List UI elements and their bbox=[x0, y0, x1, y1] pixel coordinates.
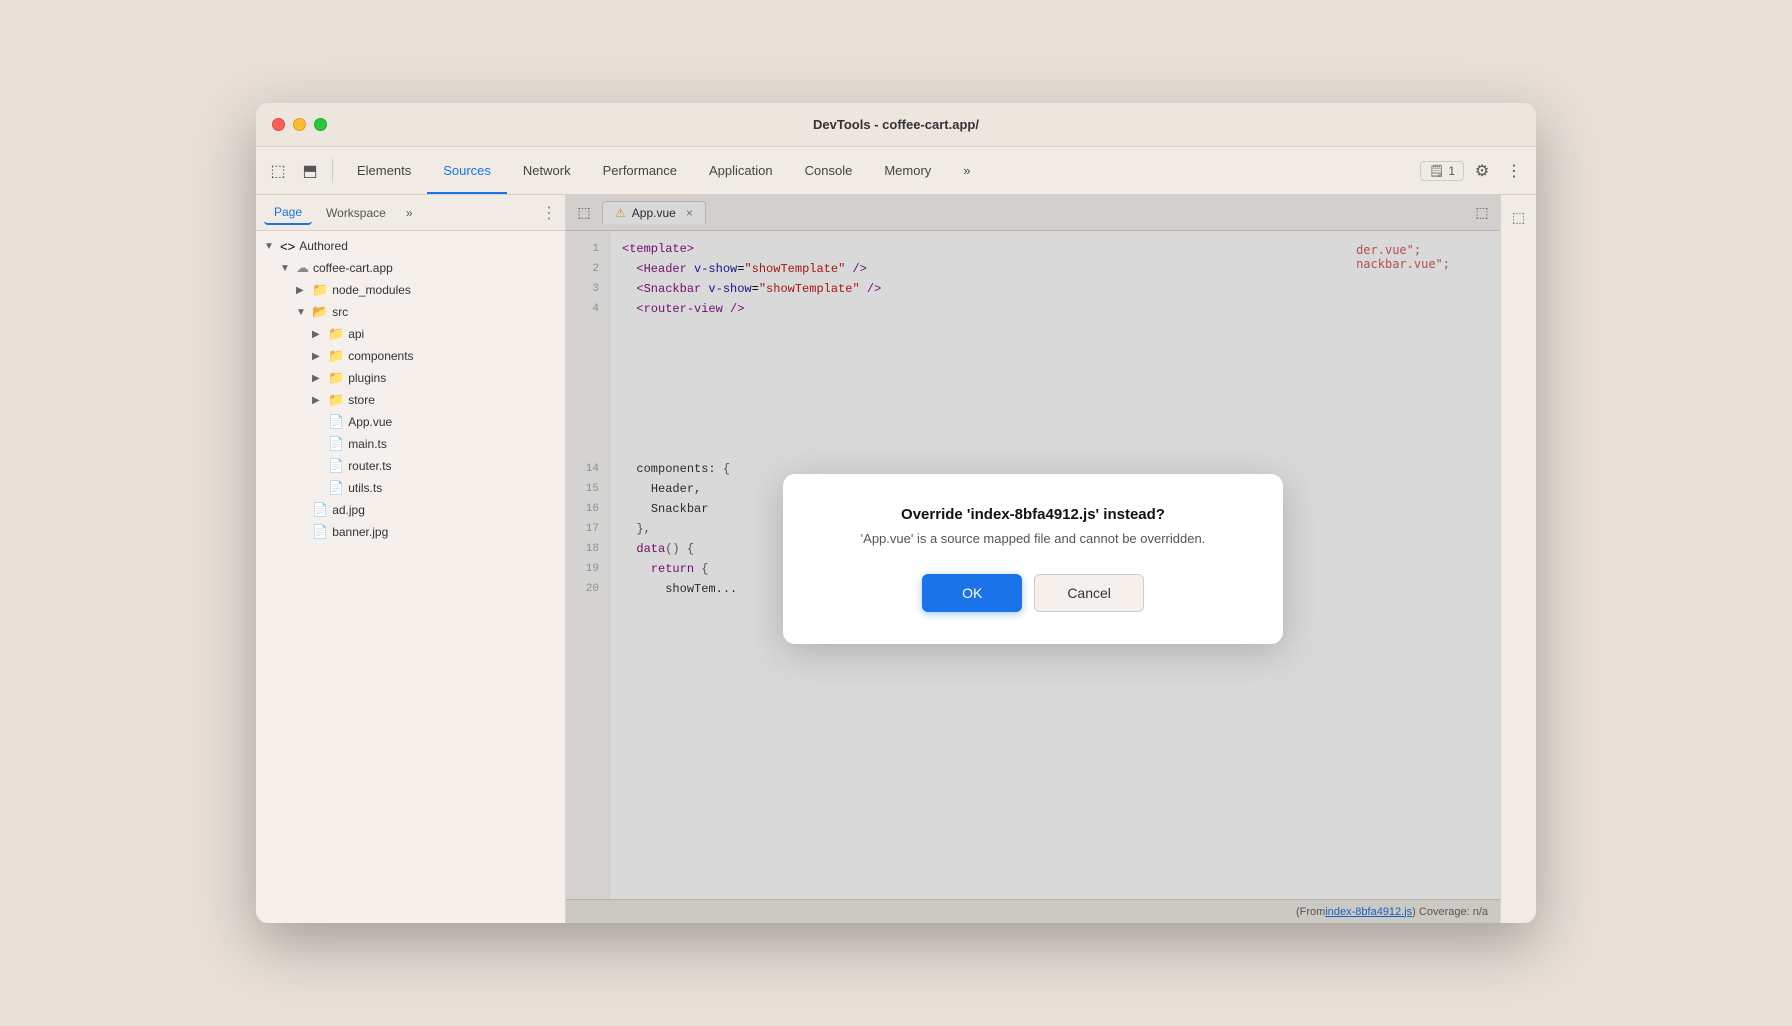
console-icon: 🗒 bbox=[1429, 164, 1444, 178]
src-folder[interactable]: ▼ 📂 src bbox=[256, 301, 565, 323]
console-badge[interactable]: 🗒 1 bbox=[1420, 161, 1464, 181]
ad-jpg-icon: 📄 bbox=[312, 502, 328, 518]
root-label: coffee-cart.app bbox=[313, 261, 393, 275]
right-sidebar-toggle-icon[interactable]: ⬚ bbox=[1505, 203, 1533, 231]
traffic-lights bbox=[272, 118, 327, 131]
store-folder-icon: 📁 bbox=[328, 392, 344, 408]
app-vue-label: App.vue bbox=[348, 415, 392, 429]
sidebar-tab-page[interactable]: Page bbox=[264, 201, 312, 225]
tab-elements[interactable]: Elements bbox=[341, 147, 427, 194]
toolbar-right: 🗒 1 ⚙ ⋮ bbox=[1420, 157, 1528, 185]
authored-section[interactable]: ▼ <> Authored bbox=[256, 235, 565, 257]
main-ts-label: main.ts bbox=[348, 437, 387, 451]
nav-tabs: Elements Sources Network Performance App… bbox=[341, 147, 1416, 194]
plugins-arrow: ▶ bbox=[312, 373, 324, 384]
ad-jpg-file[interactable]: ▶ 📄 ad.jpg bbox=[256, 499, 565, 521]
modal-buttons: OK Cancel bbox=[823, 574, 1243, 612]
main-toolbar: ⬚ ⬒ Elements Sources Network Performance… bbox=[256, 147, 1536, 195]
minimize-button[interactable] bbox=[293, 118, 306, 131]
components-label: components bbox=[348, 349, 413, 363]
components-folder[interactable]: ▶ 📁 components bbox=[256, 345, 565, 367]
editor-area: ⬚ ⚠ App.vue × ⬚ 1 2 3 4 14 15 16 bbox=[566, 195, 1500, 923]
modal-title: Override 'index-8bfa4912.js' instead? bbox=[823, 506, 1243, 523]
plugins-folder[interactable]: ▶ 📁 plugins bbox=[256, 367, 565, 389]
tab-application[interactable]: Application bbox=[693, 147, 789, 194]
root-folder[interactable]: ▼ ☁ coffee-cart.app bbox=[256, 257, 565, 279]
sidebar-content: ▼ <> Authored ▼ ☁ coffee-cart.app ▶ 📁 bbox=[256, 231, 565, 547]
plugins-folder-icon: 📁 bbox=[328, 370, 344, 386]
authored-arrow: ▼ bbox=[264, 241, 276, 252]
src-label: src bbox=[332, 305, 348, 319]
console-count: 1 bbox=[1448, 164, 1455, 178]
sidebar-tab-more[interactable]: » bbox=[400, 204, 419, 222]
authored-label: Authored bbox=[299, 239, 348, 253]
sidebar-tabs: Page Workspace » ⋮ bbox=[256, 195, 565, 231]
router-ts-file[interactable]: ▶ 📄 router.ts bbox=[256, 455, 565, 477]
banner-jpg-label: banner.jpg bbox=[332, 525, 388, 539]
ok-button[interactable]: OK bbox=[922, 574, 1022, 612]
app-vue-icon: 📄 bbox=[328, 414, 344, 430]
node-modules-arrow: ▶ bbox=[296, 285, 308, 296]
components-arrow: ▶ bbox=[312, 351, 324, 362]
router-ts-label: router.ts bbox=[348, 459, 391, 473]
api-folder-icon: 📁 bbox=[328, 326, 344, 342]
modal-body: 'App.vue' is a source mapped file and ca… bbox=[823, 531, 1243, 546]
api-arrow: ▶ bbox=[312, 329, 324, 340]
tab-network[interactable]: Network bbox=[507, 147, 587, 194]
router-ts-icon: 📄 bbox=[328, 458, 344, 474]
title-bar: DevTools - coffee-cart.app/ bbox=[256, 103, 1536, 147]
device-icon[interactable]: ⬒ bbox=[296, 157, 324, 185]
node-modules-folder[interactable]: ▶ 📁 node_modules bbox=[256, 279, 565, 301]
more-icon[interactable]: ⋮ bbox=[1500, 157, 1528, 185]
authored-icon: <> bbox=[280, 239, 295, 254]
cloud-icon: ☁ bbox=[296, 260, 309, 276]
settings-icon[interactable]: ⚙ bbox=[1468, 157, 1496, 185]
toolbar-divider bbox=[332, 159, 333, 183]
utils-ts-file[interactable]: ▶ 📄 utils.ts bbox=[256, 477, 565, 499]
tab-console[interactable]: Console bbox=[789, 147, 869, 194]
right-sidebar: ⬚ bbox=[1500, 195, 1536, 923]
file-sidebar: Page Workspace » ⋮ ▼ <> Authored ▼ bbox=[256, 195, 566, 923]
utils-ts-icon: 📄 bbox=[328, 480, 344, 496]
folder-icon: 📁 bbox=[312, 282, 328, 298]
plugins-label: plugins bbox=[348, 371, 386, 385]
modal-overlay: Override 'index-8bfa4912.js' instead? 'A… bbox=[566, 195, 1500, 923]
maximize-button[interactable] bbox=[314, 118, 327, 131]
sidebar-wrapper: ▼ <> Authored ▼ ☁ coffee-cart.app ▶ 📁 bbox=[256, 231, 565, 923]
ad-jpg-label: ad.jpg bbox=[332, 503, 365, 517]
store-folder[interactable]: ▶ 📁 store bbox=[256, 389, 565, 411]
main-content: Page Workspace » ⋮ ▼ <> Authored ▼ bbox=[256, 195, 1536, 923]
tab-more[interactable]: » bbox=[947, 147, 986, 194]
src-arrow: ▼ bbox=[296, 307, 308, 318]
api-label: api bbox=[348, 327, 364, 341]
sidebar-tab-workspace[interactable]: Workspace bbox=[316, 202, 396, 224]
cancel-button[interactable]: Cancel bbox=[1034, 574, 1144, 612]
close-button[interactable] bbox=[272, 118, 285, 131]
window-title: DevTools - coffee-cart.app/ bbox=[813, 117, 979, 132]
sidebar-options-icon[interactable]: ⋮ bbox=[541, 203, 557, 223]
main-ts-file[interactable]: ▶ 📄 main.ts bbox=[256, 433, 565, 455]
devtools-window: DevTools - coffee-cart.app/ ⬚ ⬒ Elements… bbox=[256, 103, 1536, 923]
node-modules-label: node_modules bbox=[332, 283, 411, 297]
main-ts-icon: 📄 bbox=[328, 436, 344, 452]
api-folder[interactable]: ▶ 📁 api bbox=[256, 323, 565, 345]
tab-sources[interactable]: Sources bbox=[427, 147, 507, 194]
modal-dialog: Override 'index-8bfa4912.js' instead? 'A… bbox=[783, 474, 1283, 644]
src-folder-icon: 📂 bbox=[312, 304, 328, 320]
utils-ts-label: utils.ts bbox=[348, 481, 382, 495]
root-arrow: ▼ bbox=[280, 263, 292, 274]
components-folder-icon: 📁 bbox=[328, 348, 344, 364]
banner-jpg-icon: 📄 bbox=[312, 524, 328, 540]
inspect-icon[interactable]: ⬚ bbox=[264, 157, 292, 185]
store-label: store bbox=[348, 393, 375, 407]
store-arrow: ▶ bbox=[312, 395, 324, 406]
tab-performance[interactable]: Performance bbox=[587, 147, 693, 194]
tab-memory[interactable]: Memory bbox=[868, 147, 947, 194]
banner-jpg-file[interactable]: ▶ 📄 banner.jpg bbox=[256, 521, 565, 543]
app-vue-file[interactable]: ▶ 📄 App.vue bbox=[256, 411, 565, 433]
